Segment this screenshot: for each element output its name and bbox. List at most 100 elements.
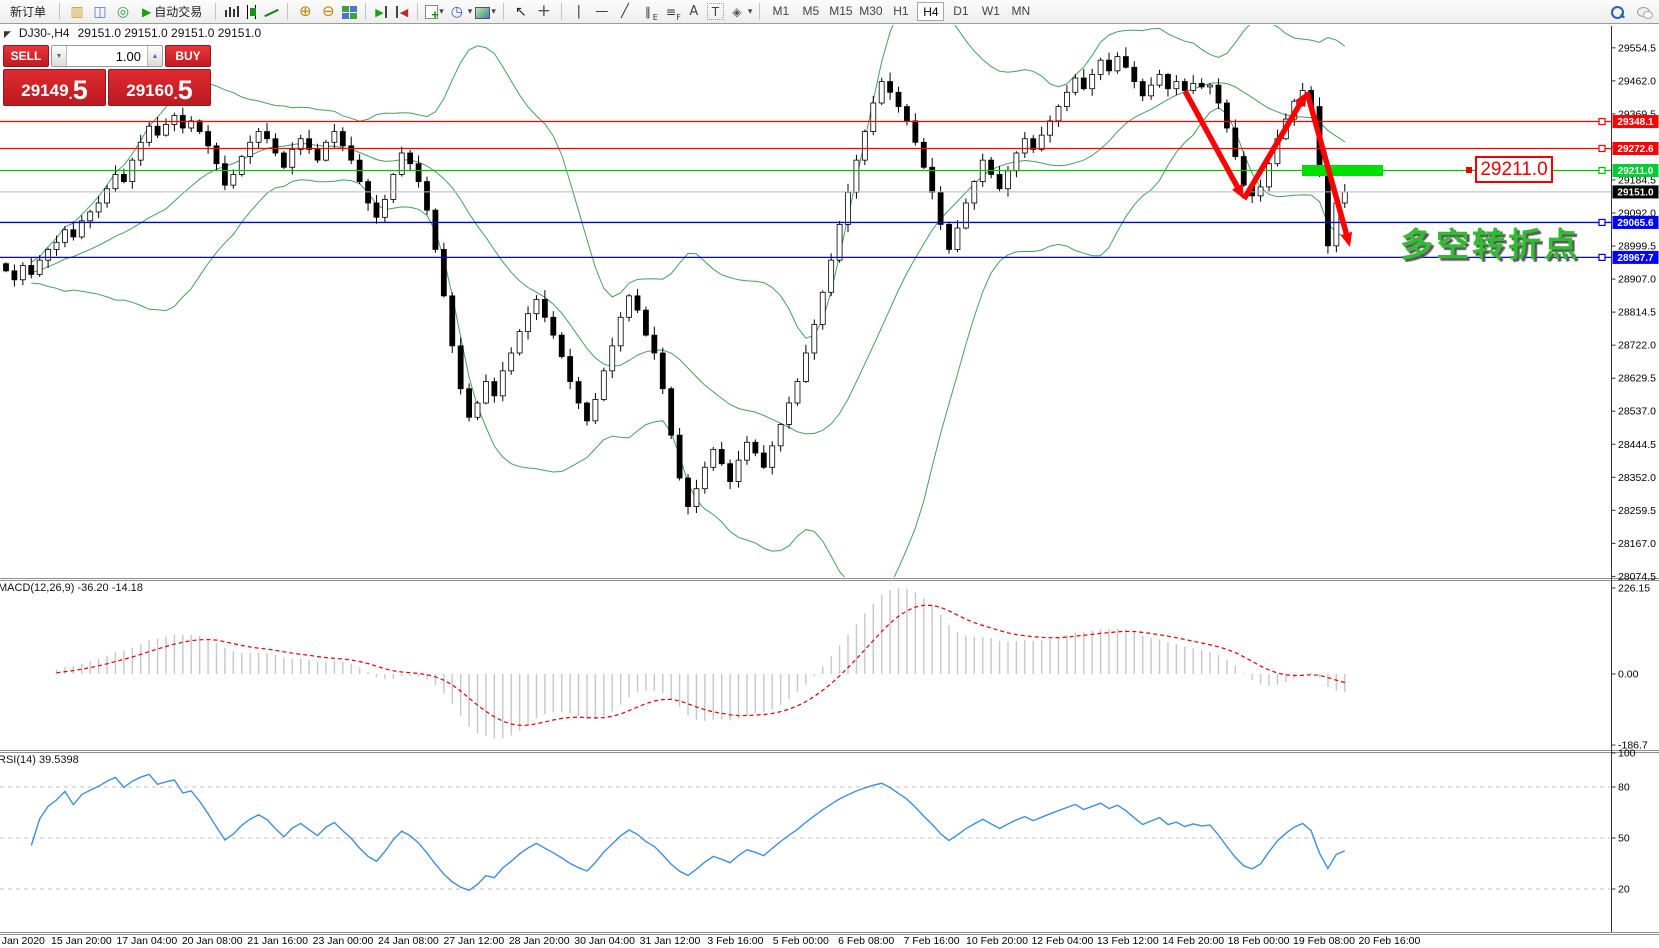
- cursor-icon[interactable]: ↖: [511, 2, 531, 22]
- timeframe-mn-button[interactable]: MN: [1007, 2, 1034, 21]
- price-tick-label: 29554.5: [1618, 42, 1656, 54]
- time-tick-label: 14 Feb 20:00: [1162, 935, 1224, 947]
- macd-axis[interactable]: 226.150.00-186.7: [1612, 582, 1651, 751]
- macd-label: MACD(12,26,9) -36.20 -14.18: [0, 582, 143, 594]
- toolbar-separator: [759, 3, 760, 20]
- price-badge-label: 29151.0: [1617, 187, 1654, 198]
- time-tick-label: 6 Feb 08:00: [838, 935, 894, 947]
- bollinger-middle-band: [31, 83, 1345, 434]
- zoom-out-icon[interactable]: ⊖: [318, 2, 338, 22]
- crosshair-icon[interactable]: +: [534, 2, 554, 22]
- time-tick-label: 24 Jan 08:00: [378, 935, 439, 947]
- price-badge-label: 29065.6: [1617, 218, 1654, 229]
- rsi-tick-label: 100: [1618, 748, 1636, 760]
- new-order-button[interactable]: 新订单: [4, 1, 52, 22]
- zoom-in-icon[interactable]: ⊕: [295, 2, 315, 22]
- time-tick-label: 23 Jan 00:00: [313, 935, 374, 947]
- buy-button[interactable]: BUY: [165, 45, 211, 67]
- dropdown-caret-icon: ▾: [439, 6, 444, 17]
- line-handle[interactable]: [1599, 146, 1605, 152]
- vertical-line-icon[interactable]: |: [569, 2, 589, 22]
- timeframe-m1-button[interactable]: M1: [767, 2, 794, 21]
- sell-button[interactable]: SELL: [3, 45, 49, 67]
- sell-price[interactable]: 29149.5: [3, 69, 106, 106]
- time-tick-label: 3 Feb 16:00: [707, 935, 763, 947]
- macd-tick-label: 226.15: [1618, 582, 1650, 594]
- toolbar-separator: [417, 3, 418, 20]
- bollinger-lower-band: [31, 108, 1345, 593]
- time-tick-label: 18 Feb 00:00: [1228, 935, 1290, 947]
- turning-point-annotation[interactable]: 多空转折点: [1400, 218, 1580, 266]
- timeframe-w1-button[interactable]: W1: [977, 2, 1004, 21]
- line-handle[interactable]: [1599, 219, 1605, 225]
- time-tick-label: 7 Feb 16:00: [904, 935, 960, 947]
- price-tick-label: 28907.0: [1618, 274, 1656, 286]
- level-lines[interactable]: [0, 119, 1612, 261]
- time-tick-label: 27 Jan 12:00: [443, 935, 504, 947]
- line-handle[interactable]: [1599, 168, 1605, 174]
- volume-input[interactable]: 1.00: [67, 46, 147, 66]
- profiles-dropdown[interactable]: ◷▾: [447, 2, 473, 22]
- text-icon[interactable]: A: [684, 2, 704, 22]
- templates-dropdown[interactable]: ▾: [475, 5, 496, 19]
- bollinger-upper-band: [31, 0, 1345, 338]
- fibonacci-icon[interactable]: ≡F: [661, 2, 681, 22]
- price-tick-label: 28999.5: [1618, 241, 1656, 253]
- timeframe-d1-button[interactable]: D1: [947, 2, 974, 21]
- market-watch-icon[interactable]: ▥: [67, 2, 87, 22]
- callout-handle[interactable]: [1466, 167, 1472, 173]
- chart-shift-icon[interactable]: [393, 4, 410, 20]
- chart-title: ◤ DJ30-,H4 29151.0 29151.0 29151.0 29151…: [4, 26, 261, 40]
- time-tick-label: 10 Feb 20:00: [966, 935, 1028, 947]
- new-chart-dropdown[interactable]: ▾: [425, 4, 444, 19]
- pane-separators: [0, 26, 1659, 935]
- price-badge-label: 29211.0: [1618, 166, 1654, 177]
- green-highlight-bar[interactable]: [1302, 165, 1383, 176]
- horizontal-line-icon[interactable]: —: [592, 2, 612, 22]
- price-tick-label: 29462.0: [1618, 75, 1656, 87]
- buy-price[interactable]: 29160.5: [108, 69, 211, 106]
- candlestick-chart-icon[interactable]: [243, 4, 260, 20]
- line-chart-icon[interactable]: [263, 4, 280, 20]
- price-callout-box[interactable]: 29211.0: [1475, 156, 1553, 183]
- time-tick-label: 12 Feb 04:00: [1031, 935, 1093, 947]
- line-handle[interactable]: [1599, 254, 1605, 260]
- main-toolbar: 新订单 ▥◫◎▶自动交易 ⊕⊖ ▾◷▾▾ ↖+ |—╱∥E≡FAT◈▾ M1M5M15M30…: [0, 0, 1659, 24]
- autotrading-button[interactable]: ▶自动交易: [136, 1, 208, 22]
- timeframe-h1-button[interactable]: H1: [887, 2, 914, 21]
- timeframe-m15-button[interactable]: M15: [827, 2, 854, 21]
- toolbar-separator: [503, 3, 504, 20]
- rsi-tick-label: 80: [1618, 782, 1630, 794]
- rsi-axis[interactable]: 100805020: [1612, 748, 1636, 896]
- chat-icon[interactable]: [1636, 4, 1653, 20]
- chart-canvas[interactable]: 29554.529462.029369.529277.029184.529092…: [0, 0, 1659, 948]
- collapse-panel-icon[interactable]: ◤: [4, 29, 11, 40]
- time-tick-label: 19 Feb 08:00: [1293, 935, 1355, 947]
- volume-increase-button[interactable]: ▲: [147, 46, 162, 66]
- timeframe-m30-button[interactable]: M30: [857, 2, 884, 21]
- auto-scroll-icon[interactable]: [373, 4, 390, 20]
- bar-chart-icon[interactable]: [223, 4, 240, 20]
- time-tick-label: 15 Jan 20:00: [51, 935, 112, 947]
- line-handle[interactable]: [1599, 119, 1605, 125]
- price-tick-label: 28814.5: [1618, 307, 1656, 319]
- time-tick-label: 14 Jan 2020: [0, 935, 45, 947]
- time-axis[interactable]: 14 Jan 202015 Jan 20:0017 Jan 04:0020 Ja…: [0, 935, 1420, 947]
- timeframe-h4-button[interactable]: H4: [917, 2, 944, 21]
- rsi-line: [31, 774, 1345, 890]
- price-badge-label: 29348.1: [1617, 117, 1654, 128]
- one-click-trading-panel: SELL ▼ 1.00 ▲ BUY 29149.5 29160.5: [3, 45, 211, 106]
- timeframe-m5-button[interactable]: M5: [797, 2, 824, 21]
- navigator-icon[interactable]: ◎: [113, 2, 133, 22]
- trendline-icon[interactable]: ╱: [615, 2, 635, 22]
- terminal-icon[interactable]: ◫: [90, 2, 110, 22]
- time-tick-label: 30 Jan 04:00: [574, 935, 635, 947]
- tile-windows-icon[interactable]: [341, 4, 358, 20]
- shapes-dropdown[interactable]: ◈▾: [727, 2, 753, 22]
- volume-decrease-button[interactable]: ▼: [52, 46, 67, 66]
- ohlc-values: 29151.0 29151.0 29151.0 29151.0: [78, 26, 262, 40]
- text-label-icon[interactable]: T: [707, 3, 724, 20]
- toolbar-separator: [59, 3, 60, 20]
- search-icon[interactable]: [1609, 4, 1626, 20]
- channel-icon[interactable]: ∥E: [638, 2, 658, 22]
